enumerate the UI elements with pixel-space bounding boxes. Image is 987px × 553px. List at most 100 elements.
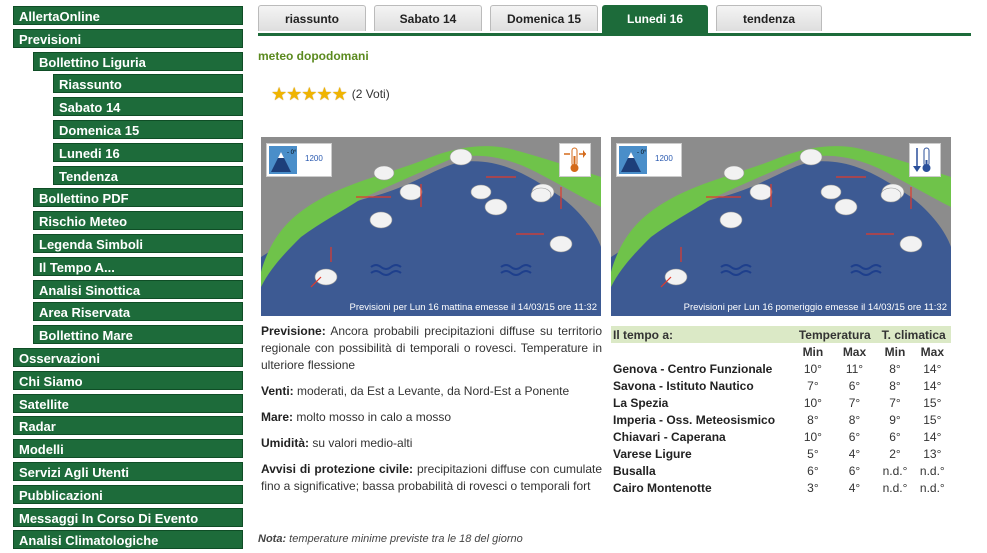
star-icon[interactable]: ★ [332,84,348,104]
sidebar-item-osservazioni[interactable]: Osservazioni [13,347,243,367]
sidebar-item-analisi-sinottica[interactable]: Analisi Sinottica [33,279,243,299]
star-icon[interactable]: ★ [301,84,317,104]
altitude-legend: - 0° 1200 [616,143,682,177]
temp-min: 10° [803,395,822,410]
temp-min: 10° [803,429,822,444]
sidebar-item-radar[interactable]: Radar [13,416,243,436]
temp-max: 6° [848,463,861,478]
footnote: Nota: temperature minime previste tra le… [258,533,523,545]
table-row: Cairo Montenotte 3° 4° n.d.° n.d.° [611,479,951,496]
temp-max: 4° [848,446,861,461]
temp-min: 7° [807,378,819,393]
temp-cmin: 6° [889,429,901,444]
svg-text:- 0°: - 0° [287,150,297,156]
tab-lunedi-16[interactable]: Lunedi 16 [602,5,708,33]
altitude-legend: - 0° 1200 [266,143,332,177]
venti-paragraph: Venti: moderati, da Est a Levante, da No… [261,384,570,398]
temp-cmin: n.d.° [882,480,908,495]
city-name: Varese Ligure [613,446,692,461]
sidebar-item-chi-siamo[interactable]: Chi Siamo [13,370,243,390]
sidebar-item-domenica-15[interactable]: Domenica 15 [53,119,243,139]
tab-riassunto[interactable]: riassunto [258,5,366,31]
sidebar-item-tendenza[interactable]: Tendenza [53,165,243,185]
forecast-map-afternoon: - 0° 1200 Previsioni per Lun 16 pomerigg… [611,137,951,316]
sidebar-item-rischio-meteo[interactable]: Rischio Meteo [33,211,243,231]
avvisi-paragraph: Avvisi di protezione civile: precipitazi… [261,462,603,493]
table-header-row: Il tempo a: Temperatura T. climatica [611,326,951,343]
table-row: Chiavari - Caperana 10° 6° 6° 14° [611,428,951,445]
sidebar-nav: AllertaOnline Previsioni Bollettino Liguri… [13,6,243,553]
sidebar-item-bollettino-liguria[interactable]: Bollettino Liguria [33,51,243,71]
header-cmax: Max [913,343,951,360]
temp-min: 6° [807,463,819,478]
temp-cmin: 9° [889,412,901,427]
sidebar-item-messaggi-in-corso-di-evento[interactable]: Messaggi In Corso Di Evento [13,507,243,527]
sidebar-item-servizi-agli-utenti[interactable]: Servizi Agli Utenti [13,461,243,481]
sidebar-item-legenda-simboli[interactable]: Legenda Simboli [33,233,243,253]
sidebar-item-area-riservata[interactable]: Area Riservata [33,302,243,322]
umidita-paragraph: Umidità: su valori medio-alti [261,436,413,450]
tab-tendenza[interactable]: tendenza [716,5,822,31]
sidebar-item-riassunto[interactable]: Riassunto [53,74,243,94]
sidebar-item-allertaonline[interactable]: AllertaOnline [13,6,243,25]
table-header-temperatura: Temperatura [793,326,877,343]
temp-min: 8° [807,412,819,427]
table-row: Busalla 6° 6° n.d.° n.d.° [611,462,951,479]
table-header-location: Il tempo a: [611,326,794,343]
city-name: Cairo Montenotte [613,480,712,495]
sidebar-item-bollettino-pdf[interactable]: Bollettino PDF [33,188,243,208]
temperature-rise-icon [559,143,591,177]
altitude-label: 1200 [655,154,673,163]
temperature-fall-icon [909,143,941,177]
tab-sabato-14[interactable]: Sabato 14 [374,5,482,31]
star-icon[interactable]: ★ [286,84,302,104]
sidebar-item-bollettino-mare[interactable]: Bollettino Mare [33,325,243,345]
temp-cmin: 8° [889,378,901,393]
city-name: Busalla [613,463,656,478]
temp-cmax: 15° [923,395,942,410]
previsione-paragraph: Previsione: Ancora probabili precipitazi… [261,324,602,372]
temp-max: 8° [848,412,861,427]
temp-min: 5° [807,446,819,461]
map-caption: Previsioni per Lun 16 pomeriggio emesse … [683,302,947,313]
temp-cmax: 15° [923,412,942,427]
sidebar-item-previsioni[interactable]: Previsioni [13,28,243,48]
altitude-label: 1200 [305,154,323,163]
rating[interactable]: ★★★★★ (2 Voti) [271,85,390,103]
sidebar-item-lunedi-16[interactable]: Lunedi 16 [53,142,243,162]
header-min: Min [793,343,833,360]
table-row: Imperia - Oss. Meteosismico 8° 8° 9° 15° [611,411,951,428]
temp-cmin: 2° [889,446,901,461]
city-name: Genova - Centro Funzionale [613,361,773,376]
temp-max: 4° [848,480,861,495]
table-row: Varese Ligure 5° 4° 2° 13° [611,445,951,462]
temp-min: 10° [803,361,822,376]
tab-domenica-15[interactable]: Domenica 15 [490,5,598,31]
temp-cmax: 13° [923,446,942,461]
day-tabs: riassunto Sabato 14 Domenica 15 Lunedi 16 te… [258,5,971,36]
temp-cmax: 14° [923,361,942,376]
sidebar-item-pubblicazioni[interactable]: Pubblicazioni [13,484,243,504]
city-name: Imperia - Oss. Meteosismico [613,412,776,427]
star-rating[interactable]: ★★★★★ [271,84,348,104]
sidebar-item-sabato-14[interactable]: Sabato 14 [53,97,243,117]
star-icon[interactable]: ★ [271,84,287,104]
votes-count: (2 Voti) [351,87,390,101]
table-row: La Spezia 10° 7° 7° 15° [611,394,951,411]
sidebar-item-modelli[interactable]: Modelli [13,439,243,459]
temp-max: 6° [848,429,861,444]
temp-max: 7° [848,395,861,410]
sidebar-item-il-tempo-a[interactable]: Il Tempo A... [33,256,243,276]
star-icon[interactable]: ★ [316,84,332,104]
temperature-table: Il tempo a: Temperatura T. climatica Min… [611,326,951,496]
temp-cmin: 8° [889,361,901,376]
sidebar-item-analisi-climatologiche[interactable]: Analisi Climatologiche [13,530,243,550]
temp-cmax: n.d.° [919,463,945,478]
temp-max: 6° [848,378,861,393]
city-name: Savona - Istituto Nautico [613,378,754,393]
sidebar-item-satellite[interactable]: Satellite [13,393,243,413]
table-row: Savona - Istituto Nautico 7° 6° 8° 14° [611,377,951,394]
temp-cmin: 7° [889,395,901,410]
city-name: La Spezia [613,395,669,410]
page-subtitle: meteo dopodomani [258,49,369,63]
